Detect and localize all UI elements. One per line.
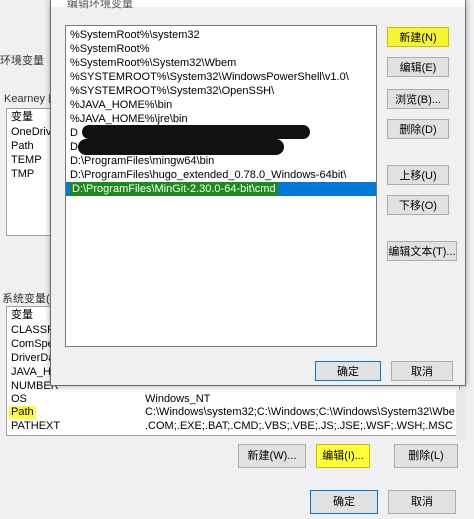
path-entry[interactable]: %SystemRoot%\System32\Wbem (70, 56, 236, 70)
system-edit-button[interactable]: 编辑(I)... (316, 444, 370, 468)
system-vars-scrollbar[interactable] (456, 390, 466, 440)
redaction-mark (78, 139, 284, 155)
path-entry[interactable]: %SYSTEMROOT%\System32\WindowsPowerShell\… (70, 70, 349, 84)
edit-entry-button[interactable]: 编辑(E) (387, 57, 449, 77)
user-var-row[interactable]: Path (11, 140, 34, 153)
path-entry[interactable]: %JAVA_HOME%\bin (70, 98, 172, 112)
browse-button[interactable]: 浏览(B)... (387, 89, 449, 109)
env-ok-button[interactable]: 确定 (310, 490, 378, 514)
path-entry-selected[interactable]: D:\ProgramFiles\MinGit-2.30.0-64-bit\cmd (66, 182, 376, 196)
system-var-value: C:\Windows\system32;C:\Windows;C:\Window… (145, 406, 465, 418)
redaction-mark (82, 125, 310, 139)
edit-text-button[interactable]: 编辑文本(T)... (387, 241, 457, 261)
selected-entry-text: D:\ProgramFiles\MinGit-2.30.0-64-bit\cmd (70, 182, 278, 196)
system-var-name[interactable]: OS (11, 393, 27, 406)
system-var-name[interactable]: PATHEXT (11, 420, 60, 433)
path-entry[interactable]: %SYSTEMROOT%\System32\OpenSSH\ (70, 84, 274, 98)
system-var-name-path[interactable]: Path (9, 406, 36, 419)
path-entry[interactable]: %SystemRoot%\system32 (70, 28, 200, 42)
path-entry[interactable]: %JAVA_HOME%\jre\bin (70, 112, 188, 126)
system-var-value: Windows_NT (145, 393, 211, 405)
system-var-name[interactable]: DriverDa (11, 352, 54, 365)
system-new-button[interactable]: 新建(W)... (238, 444, 306, 468)
user-vars-header: 变量 (11, 111, 33, 123)
system-vars-header: 变量 (11, 309, 33, 321)
path-entry[interactable]: D (70, 126, 78, 140)
user-var-row[interactable]: TMP (11, 168, 34, 181)
move-up-button[interactable]: 上移(U) (387, 165, 449, 185)
delete-entry-button[interactable]: 删除(D) (387, 119, 449, 139)
dialog-ok-button[interactable]: 确定 (315, 361, 381, 381)
user-var-row[interactable]: TEMP (11, 154, 42, 167)
path-entry[interactable]: D:\ProgramFiles\mingw64\bin (70, 154, 214, 168)
new-entry-button[interactable]: 新建(N) (387, 27, 449, 47)
system-delete-button[interactable]: 删除(L) (394, 444, 458, 468)
path-entry[interactable]: %SystemRoot% (70, 42, 149, 56)
env-cancel-button[interactable]: 取消 (388, 490, 456, 514)
move-down-button[interactable]: 下移(O) (387, 195, 449, 215)
system-var-value: .COM;.EXE;.BAT;.CMD;.VBS;.VBE;.JS;.JSE;.… (145, 420, 453, 432)
window-title-fragment: 环境变量 (0, 55, 44, 67)
edit-environment-variable-dialog: 编辑环境变量 %SystemRoot%\system32 %SystemRoot… (50, 0, 466, 386)
dialog-cancel-button[interactable]: 取消 (391, 361, 453, 381)
dialog-title: 编辑环境变量 (67, 0, 133, 10)
path-entries-list[interactable]: %SystemRoot%\system32 %SystemRoot% %Syst… (65, 25, 377, 347)
path-entry[interactable]: D:\ProgramFiles\hugo_extended_0.78.0_Win… (70, 168, 346, 182)
path-entry[interactable]: D (70, 140, 78, 154)
